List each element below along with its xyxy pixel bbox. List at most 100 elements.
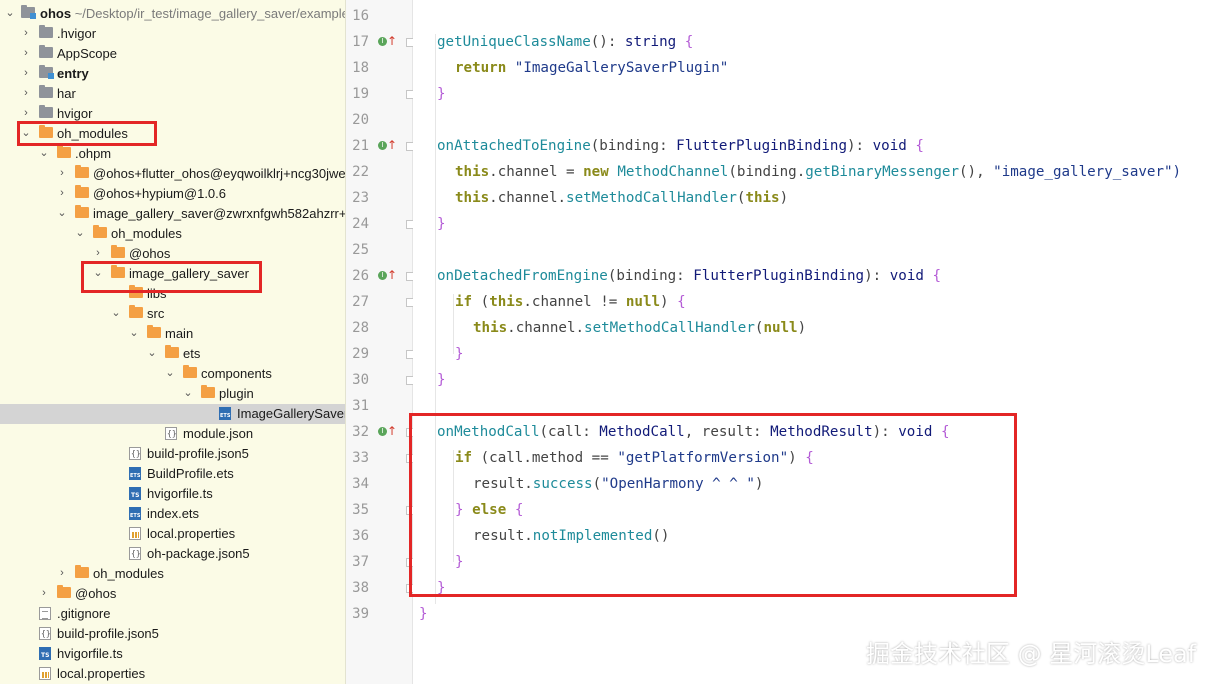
- code-token: {: [915, 138, 924, 154]
- code-token: setMethodCallHandler: [584, 320, 755, 336]
- tree-row[interactable]: › oh_modules: [0, 564, 345, 584]
- code-line-23: this.channel.setMethodCallHandler(this): [455, 185, 788, 211]
- chevron-down-icon[interactable]: ⌄: [146, 346, 158, 360]
- chevron-down-icon[interactable]: ⌄: [38, 146, 50, 160]
- folder-icon: [129, 305, 143, 318]
- code-line-21: onAttachedToEngine(binding: FlutterPlugi…: [437, 133, 924, 159]
- code-token: string: [624, 34, 677, 50]
- tree-row[interactable]: › @ohos+flutter_ohos@eyqwoilklrj+ncg30jw…: [0, 164, 345, 184]
- tree-row-root[interactable]: ⌄ ohos ~/Desktop/ir_test/image_gallery_s…: [0, 4, 345, 24]
- folder-icon: [165, 345, 179, 358]
- code-token: (binding:: [607, 268, 694, 284]
- line-number: 18: [352, 60, 369, 76]
- chevron-down-icon[interactable]: ⌄: [128, 326, 140, 340]
- tree-row[interactable]: › har: [0, 84, 345, 104]
- chevron-down-icon[interactable]: ⌄: [4, 6, 16, 20]
- tree-row[interactable]: ⌄ plugin: [0, 384, 345, 404]
- tree-row[interactable]: › .hvigor: [0, 24, 345, 44]
- code-token: ):: [864, 268, 890, 284]
- folder-icon: [75, 565, 89, 578]
- code-token: this: [489, 294, 524, 310]
- chevron-down-icon[interactable]: ⌄: [74, 226, 86, 240]
- tree-label: build-profile.json5: [147, 446, 249, 461]
- chevron-down-icon[interactable]: ⌄: [56, 206, 68, 220]
- chevron-right-icon[interactable]: ›: [56, 166, 68, 180]
- code-token: ): [660, 294, 678, 310]
- tree-row[interactable]: module.json: [0, 424, 345, 444]
- chevron-right-icon[interactable]: ›: [20, 86, 32, 100]
- code-token: (binding:: [590, 138, 677, 154]
- chevron-down-icon[interactable]: ⌄: [182, 386, 194, 400]
- code-token: {: [684, 34, 694, 50]
- tree-row[interactable]: local.properties: [0, 524, 345, 544]
- code-token: onAttachedToEngine: [437, 138, 591, 154]
- folder-icon: [111, 245, 125, 258]
- tree-label: entry: [57, 66, 89, 81]
- tree-row[interactable]: ⌄ src: [0, 304, 345, 324]
- chevron-down-icon[interactable]: ⌄: [164, 366, 176, 380]
- implements-method-icon[interactable]: I ↑: [378, 34, 397, 50]
- code-line-39: }: [419, 601, 428, 627]
- line-number: 31: [352, 398, 369, 414]
- tree-row[interactable]: local.properties: [0, 664, 345, 684]
- tree-row[interactable]: ⌄ .ohpm: [0, 144, 345, 164]
- tree-row[interactable]: .gitignore: [0, 604, 345, 624]
- code-token: new: [583, 164, 609, 180]
- tree-label: oh-package.json5: [147, 546, 250, 561]
- chevron-down-icon[interactable]: ⌄: [110, 306, 122, 320]
- tree-row-selected-file[interactable]: ImageGallerySaverPlugin.ets: [0, 404, 345, 424]
- highlight-box-on-method-call: [409, 413, 1017, 597]
- chevron-right-icon[interactable]: ›: [56, 566, 68, 580]
- line-number: 39: [352, 606, 369, 622]
- chevron-right-icon[interactable]: ›: [56, 186, 68, 200]
- tree-row[interactable]: build-profile.json5: [0, 444, 345, 464]
- code-token: getBinaryMessenger: [805, 164, 959, 180]
- tree-label: oh_modules: [93, 566, 164, 581]
- folder-icon: [57, 585, 71, 598]
- chevron-right-icon[interactable]: ›: [38, 586, 50, 600]
- tree-row[interactable]: build-profile.json5: [0, 624, 345, 644]
- tree-row[interactable]: ⌄ image_gallery_saver@zwrxnfgwh582ahzrr+…: [0, 204, 345, 224]
- tree-row[interactable]: hvigorfile.ts: [0, 484, 345, 504]
- implements-method-icon[interactable]: I ↑: [378, 424, 397, 440]
- ts-file-icon: [129, 487, 141, 500]
- tree-row[interactable]: ⌄ main: [0, 324, 345, 344]
- code-line-17: getUniqueClassName(): string {: [437, 29, 693, 55]
- chevron-right-icon[interactable]: ›: [20, 46, 32, 60]
- tree-row[interactable]: ⌄ ets: [0, 344, 345, 364]
- code-token: FlutterPluginBinding: [676, 138, 848, 154]
- code-token: ():: [590, 34, 625, 50]
- tree-label: hvigor: [57, 106, 93, 121]
- chevron-right-icon[interactable]: ›: [92, 246, 104, 260]
- tree-label: index.ets: [147, 506, 200, 521]
- chevron-right-icon[interactable]: ›: [20, 26, 32, 40]
- watermark: 掘金技术社区 @ 星河滚烫Leaf: [866, 640, 1197, 668]
- tree-row[interactable]: ⌄ components: [0, 364, 345, 384]
- folder-icon: [93, 225, 107, 238]
- tree-row[interactable]: › @ohos: [0, 584, 345, 604]
- tree-row[interactable]: hvigorfile.ts: [0, 644, 345, 664]
- tree-row[interactable]: › @ohos+hypium@1.0.6: [0, 184, 345, 204]
- chevron-right-icon[interactable]: ›: [20, 106, 32, 120]
- tree-row[interactable]: › entry: [0, 64, 345, 84]
- tree-row[interactable]: index.ets: [0, 504, 345, 524]
- tree-row[interactable]: › AppScope: [0, 44, 345, 64]
- tree-row[interactable]: ⌄ oh_modules: [0, 224, 345, 244]
- tree-label: @ohos: [75, 586, 117, 601]
- editor-gutter: 16 17 18 19 20 21 22 23 24 25 26 27 28 2…: [346, 0, 415, 684]
- json-file-icon: [165, 427, 177, 440]
- code-token: setMethodCallHandler: [566, 190, 737, 206]
- tree-row[interactable]: oh-package.json5: [0, 544, 345, 564]
- folder-icon: [147, 325, 161, 338]
- implements-method-icon[interactable]: I ↑: [378, 268, 397, 284]
- line-number: 25: [352, 242, 369, 258]
- chevron-right-icon[interactable]: ›: [20, 66, 32, 80]
- code-token: .channel !=: [523, 294, 626, 310]
- implements-method-icon[interactable]: I ↑: [378, 138, 397, 154]
- line-number: 26: [352, 268, 369, 284]
- line-number: 33: [352, 450, 369, 466]
- tree-label: BuildProfile.ets: [147, 466, 234, 481]
- code-token: if: [455, 294, 473, 310]
- tree-label: local.properties: [147, 526, 236, 541]
- tree-row[interactable]: BuildProfile.ets: [0, 464, 345, 484]
